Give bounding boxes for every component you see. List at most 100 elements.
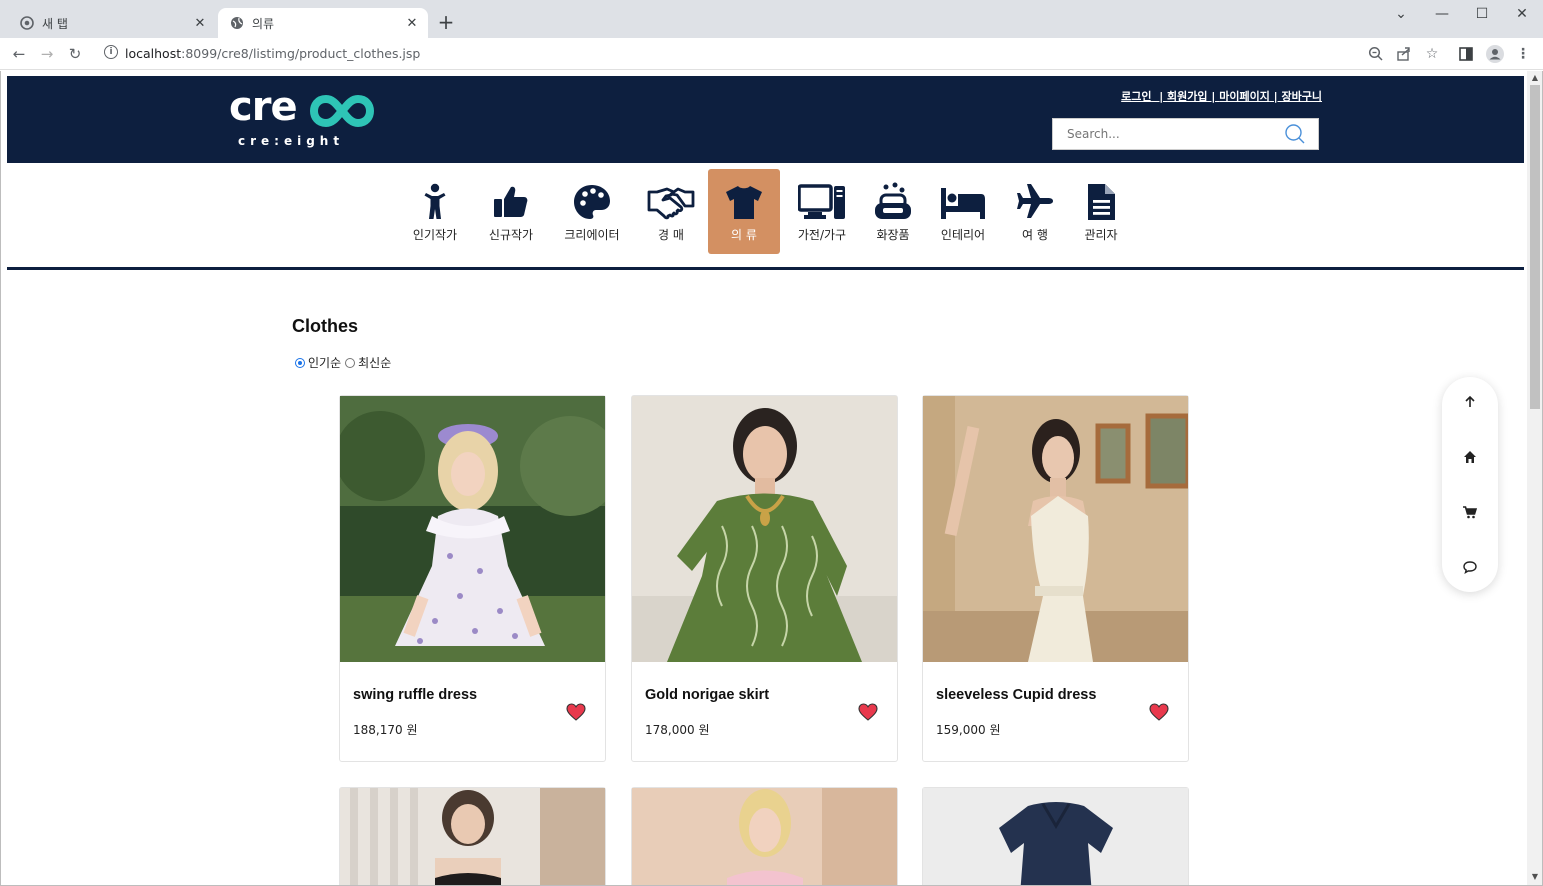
scroll-down-arrow[interactable]: ▼ [1527,872,1542,881]
file-icon [1088,184,1115,220]
heart-icon[interactable] [858,703,878,721]
search-box [1052,118,1319,150]
computer-icon [798,184,845,219]
browser-toolbar: ← → ↻ i localhost:8099/cre8/listimg/prod… [0,38,1543,70]
product-card[interactable] [631,787,898,885]
minimize-button[interactable]: — [1428,4,1456,24]
bed-icon [941,188,985,219]
close-tab-icon[interactable]: ✕ [190,16,210,31]
address-bar[interactable]: i localhost:8099/cre8/listimg/product_cl… [96,41,1438,67]
category-new-artists[interactable]: 신규작가 [480,169,542,254]
heart-icon[interactable] [1149,703,1169,721]
handshake-icon [647,187,695,220]
product-card[interactable]: swing ruffle dress 188,170 원 [339,395,606,762]
product-card[interactable]: Gold norigae skirt 178,000 원 [631,395,898,762]
reload-icon[interactable]: ↻ [64,43,86,65]
signup-link[interactable]: 회원가입 [1167,90,1207,103]
category-label: 가전/가구 [797,228,847,242]
browser-tabstrip: 새 탭 ✕ 의류 ✕ + ⌄ — ☐ ✕ [0,0,1543,38]
site-logo[interactable]: cre cre:eight [229,84,379,148]
side-panel-icon[interactable] [1459,47,1473,61]
vertical-scrollbar[interactable]: ▲ ▼ [1527,71,1542,885]
close-tab-icon[interactable]: ✕ [402,16,422,31]
category-auction[interactable]: 경 매 [643,169,699,254]
category-nav: 인기작가 신규작가 크리에이터 경 매 의 류 가전/가구 화장품 인테리어 여… [1,169,1527,255]
forward-icon[interactable]: → [36,43,58,65]
product-price: 178,000 원 [645,723,710,737]
account-links: 로그인 | 회원가입 | 마이페이지 | 장바구니 [1121,90,1322,103]
bookmark-star-icon[interactable]: ☆ [1422,44,1442,64]
sort-options: 인기순 최신순 [295,354,395,371]
tab-title: 새 탭 [42,16,68,31]
header-divider [7,267,1524,270]
heart-icon[interactable] [566,703,586,721]
mypage-link[interactable]: 마이페이지 [1219,90,1270,103]
category-popular-artists[interactable]: 인기작가 [404,169,466,254]
category-clothes[interactable]: 의 류 [708,169,780,254]
product-card[interactable]: sleeveless Cupid dress 159,000 원 [922,395,1189,762]
maximize-button[interactable]: ☐ [1468,4,1496,24]
category-label: 여 행 [1022,228,1048,242]
logo-wordmark: cre [229,84,298,130]
sort-label: 최신순 [358,356,392,370]
search-icon[interactable] [1284,123,1306,145]
page-title: Clothes [292,316,359,336]
category-cosmetics[interactable]: 화장품 [866,169,920,254]
category-electronics-furniture[interactable]: 가전/가구 [792,169,852,254]
login-link[interactable]: 로그인 [1121,90,1151,103]
chrome-icon [20,16,34,30]
sort-newest-radio[interactable]: 최신순 [345,354,391,371]
product-image[interactable] [923,788,1188,885]
product-image[interactable] [340,788,605,885]
browser-tab-clothes[interactable]: 의류 ✕ [218,8,428,38]
scrollbar-thumb[interactable] [1530,85,1540,409]
infinity-logo-icon [309,94,375,128]
site-info-icon[interactable]: i [104,45,118,59]
search-input[interactable] [1053,119,1283,149]
radio-button[interactable] [345,357,356,368]
logo-subtitle: cre:eight [238,134,345,148]
product-price: 159,000 원 [936,723,1001,737]
sort-label: 인기순 [308,356,342,370]
product-image[interactable] [923,396,1188,662]
chat-icon[interactable] [1460,557,1480,577]
tab-search-icon[interactable]: ⌄ [1387,4,1415,24]
cart-link[interactable]: 장바구니 [1282,90,1322,103]
new-tab-button[interactable]: + [436,11,456,33]
product-name[interactable]: swing ruffle dress [353,687,477,703]
product-image[interactable] [632,396,897,662]
category-label: 경 매 [658,228,684,242]
category-creators[interactable]: 크리에이터 [557,169,627,254]
product-card[interactable] [339,787,606,885]
cart-icon[interactable] [1460,502,1480,522]
plane-icon [1017,184,1053,218]
category-admin[interactable]: 관리자 [1074,169,1128,254]
arrow-up-icon[interactable] [1460,392,1480,412]
browser-tab-new[interactable]: 새 탭 ✕ [8,8,216,38]
home-icon[interactable] [1460,447,1480,467]
category-travel[interactable]: 여 행 [1008,169,1062,254]
product-card[interactable] [922,787,1189,885]
product-image[interactable] [340,396,605,662]
globe-icon [231,17,243,29]
zoom-icon[interactable] [1368,46,1384,62]
share-icon[interactable] [1396,46,1412,62]
product-price: 188,170 원 [353,723,418,737]
product-name[interactable]: sleeveless Cupid dress [936,687,1096,703]
floating-quick-bar [1442,377,1498,592]
person-icon [424,183,446,219]
sort-popular-radio[interactable]: 인기순 [295,354,341,371]
url-text: localhost:8099/cre8/listimg/product_clot… [125,46,421,61]
close-window-button[interactable]: ✕ [1508,4,1536,24]
product-name[interactable]: Gold norigae skirt [645,687,769,703]
tab-title: 의류 [252,16,275,31]
menu-kebab-icon[interactable]: ⋮ [1513,44,1533,64]
category-label: 크리에이터 [564,228,620,242]
radio-button[interactable] [295,357,305,368]
category-interior[interactable]: 인테리어 [934,169,992,254]
product-image[interactable] [632,788,897,885]
back-icon[interactable]: ← [8,43,30,65]
palette-icon [574,185,610,219]
profile-avatar[interactable] [1486,45,1504,63]
scroll-up-arrow[interactable]: ▲ [1527,73,1542,82]
